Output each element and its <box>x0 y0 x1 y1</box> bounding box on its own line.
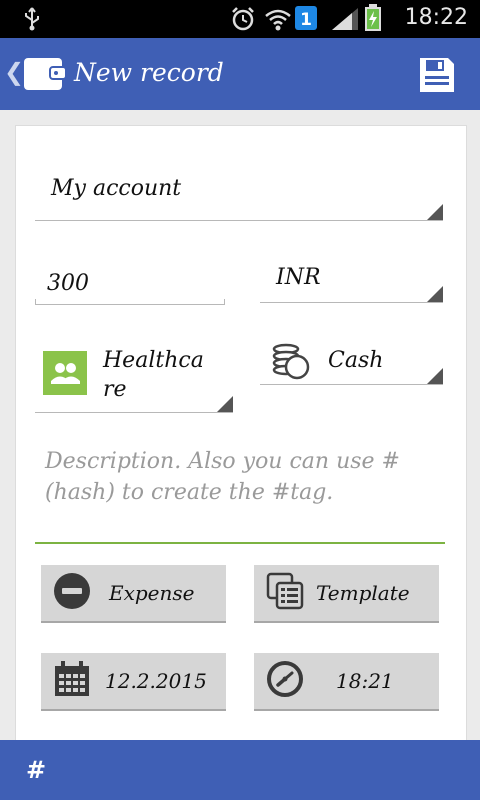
notification-badge-icon: 1 <box>294 5 318 35</box>
save-icon[interactable] <box>418 56 456 98</box>
date-picker-button[interactable]: 12.2.2015 <box>41 653 226 711</box>
coins-icon <box>270 339 312 385</box>
status-bar: 1 18:22 <box>0 0 480 38</box>
account-value: My account <box>51 176 182 201</box>
wallet-icon[interactable] <box>22 54 68 98</box>
description-field <box>35 438 445 544</box>
category-value-line2: re <box>103 377 127 402</box>
wifi-icon <box>264 6 292 36</box>
clock-icon <box>266 660 304 702</box>
alarm-icon <box>230 6 256 36</box>
notification-count: 1 <box>300 10 312 30</box>
payment-type-value: Cash <box>328 348 384 373</box>
template-icon <box>266 572 304 614</box>
time-picker-button[interactable]: 18:21 <box>254 653 439 711</box>
account-underline <box>35 220 443 221</box>
payment-type-underline <box>260 384 443 385</box>
date-value: 12.2.2015 <box>105 669 207 693</box>
minus-circle-icon <box>53 572 91 614</box>
template-button[interactable]: Template <box>254 565 439 623</box>
currency-dropdown[interactable]: INR <box>260 255 445 307</box>
calendar-icon <box>53 660 91 702</box>
currency-value: INR <box>276 265 321 290</box>
dropdown-corner-icon <box>427 368 443 384</box>
dropdown-corner-icon <box>217 396 233 412</box>
amount-underline <box>35 304 225 305</box>
amount-input[interactable]: 300 <box>35 255 227 307</box>
account-dropdown[interactable]: My account <box>35 160 445 222</box>
template-label: Template <box>316 581 410 605</box>
amount-underline-tick-left <box>35 299 36 305</box>
category-people-icon <box>43 351 87 399</box>
dropdown-corner-icon <box>427 286 443 302</box>
bottom-bar: # <box>0 740 480 800</box>
category-value-line1: Healthca <box>103 348 204 373</box>
status-time: 18:22 <box>404 5 468 30</box>
dropdown-corner-icon <box>427 204 443 220</box>
page-title: New record <box>74 58 224 87</box>
description-input[interactable] <box>35 438 445 544</box>
signal-icon <box>330 6 360 36</box>
battery-charging-icon <box>364 4 382 36</box>
amount-value: 300 <box>47 271 89 296</box>
category-dropdown[interactable]: Healthca re <box>35 335 235 415</box>
expense-toggle-button[interactable]: Expense <box>41 565 226 623</box>
expense-label: Expense <box>109 581 195 605</box>
app-bar: ❮ New record <box>0 38 480 110</box>
usb-icon <box>22 6 42 36</box>
hashtag-button[interactable]: # <box>26 756 46 784</box>
currency-underline <box>260 302 443 303</box>
payment-type-dropdown[interactable]: Cash <box>260 335 445 387</box>
category-underline <box>35 412 233 413</box>
time-value: 18:21 <box>336 669 394 693</box>
amount-underline-tick-right <box>224 299 225 305</box>
